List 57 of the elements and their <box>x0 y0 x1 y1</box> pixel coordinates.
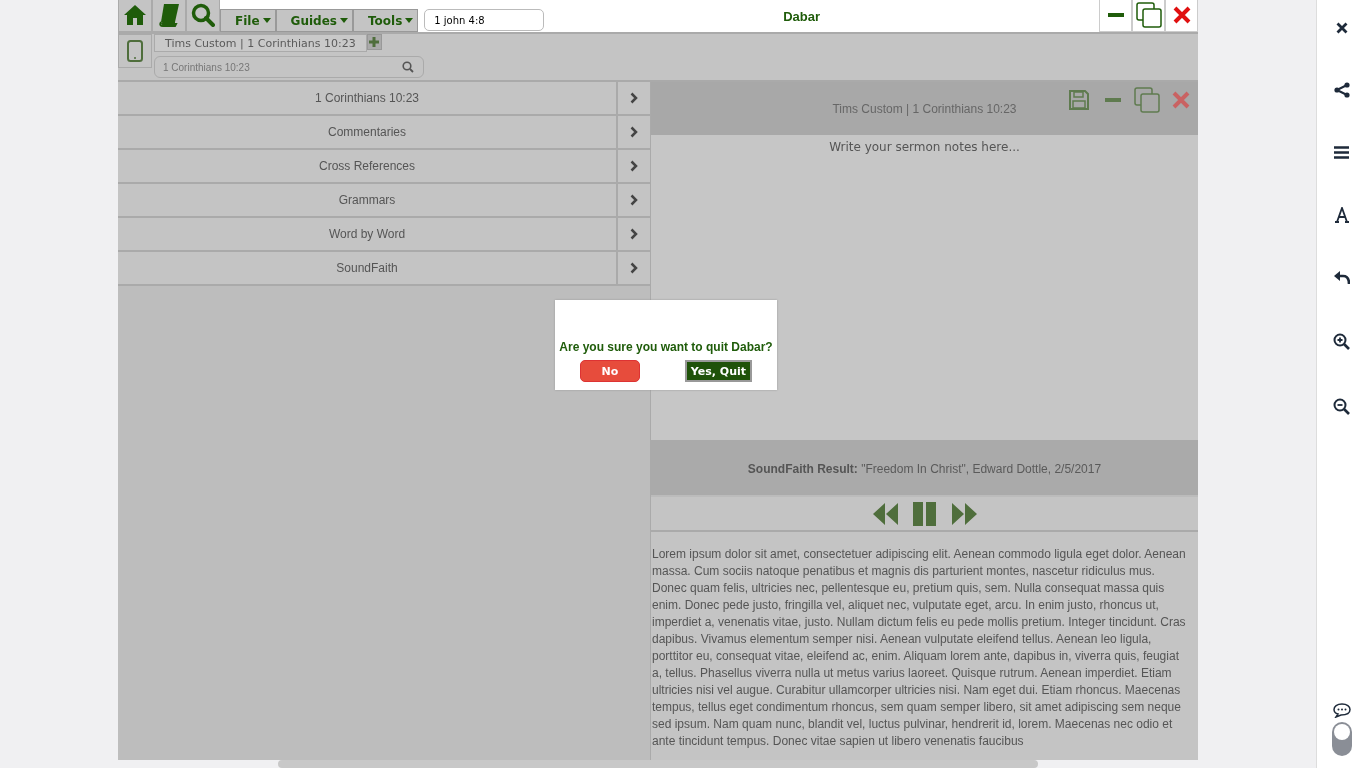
minimize-icon <box>1107 13 1124 17</box>
fast-forward-button[interactable] <box>950 502 977 525</box>
panel-title: Tims Custom | 1 Corinthians 10:23 <box>832 101 1017 116</box>
no-button[interactable]: No <box>580 360 640 382</box>
restore-button[interactable] <box>1132 0 1165 32</box>
close-icon <box>1172 91 1190 109</box>
chat-icon[interactable] <box>1332 703 1351 718</box>
tablet-button[interactable] <box>118 34 152 68</box>
library-button[interactable] <box>152 0 186 32</box>
restore-icon <box>1134 87 1160 113</box>
tablet-icon <box>127 40 143 62</box>
chevron-right-icon <box>630 160 638 172</box>
result-text: SoundFaith Result: "Freedom In Christ", Edward Dottle, 2/5/2017 <box>747 461 1102 476</box>
undo-icon[interactable] <box>1333 271 1350 285</box>
body-text: Lorem ipsum dolor sit amet, consectetuer adipiscing elit. Aenean commodo ligula eget dolor. Aenean massa. Cum sociis natoque penatibus et magnis dis parturient montes, nascetur ridiculus mus. Donec quam felis, ultricies nec, pellentesque eu, pretium quis, sem. Nulla consequat massa quis enim. Donec pede justo, fringilla vel, aliquet nec, vulputate eget, arcu. In enim justo, rhoncus ut, imperdiet a, venenatis vitae, justo. Nullam dictum felis eu pede mollis pretium. Integer tincidunt. Cras dapibus. Vivamus elementum semper nisi. Aenean vulputate eleifend tellus. Aenean leo ligula, porttitor eu, consequat vitae, eleifend ac, enim. Aliquam lorem ante, dapibus in, viverra quis, feugiat a, tellus. Phasellus viverra nulla ut metus varius laoreet. Quisque rutrum. Aenean imperdiet. Etiam ultricies nisi vel augue. Curabitur ullamcorper ultricies nisi. Nam eget dui. Etiam rhoncus. Maecenas tempus, tellus eget condimentum rhoncus, sem quam semper libero, sit amet adipiscing sem neque sed ipsum. Nam quam nunc, blandit vel, luctus pulvinar, hendrerit id, lorem. Maecenas nec odio et ante tincidunt tempus. Donec vitae sapien ut libero venenatis faucibus <box>651 546 1187 750</box>
tab[interactable]: Tims Custom | 1 Corinthians 10:23 <box>154 34 367 52</box>
caret-icon <box>339 18 348 23</box>
book-icon <box>158 3 180 27</box>
home-icon <box>123 4 147 26</box>
chevron-right-icon <box>630 262 638 274</box>
fast-forward-icon <box>950 502 977 525</box>
reference-field[interactable]: 1 john 4:8 <box>424 9 545 31</box>
chevron-right-icon <box>630 92 638 104</box>
rewind-button[interactable] <box>872 502 899 525</box>
menu-button[interactable]: File <box>220 9 276 32</box>
menu-button[interactable]: Tools <box>352 9 419 32</box>
minimize-button[interactable] <box>1099 0 1132 32</box>
zoom-out-icon[interactable] <box>1333 398 1350 415</box>
caret-icon <box>262 18 271 23</box>
chevron-right-icon <box>630 228 638 240</box>
pause-button[interactable] <box>912 501 937 526</box>
font-icon[interactable] <box>1333 207 1350 223</box>
search-icon <box>402 61 414 73</box>
window-title: Dabar <box>782 8 822 24</box>
share-icon[interactable] <box>1333 82 1350 98</box>
menu-button[interactable]: Guides <box>275 9 353 32</box>
save-icon <box>1069 90 1089 110</box>
pause-icon <box>912 501 937 526</box>
scrollbar-thumb[interactable] <box>278 760 1038 768</box>
quit-button[interactable]: Yes, Quit <box>684 360 752 382</box>
restore-icon <box>1135 2 1162 28</box>
toggle-switch[interactable] <box>1331 722 1352 756</box>
plus-icon <box>369 37 380 47</box>
chevron-right-icon <box>630 194 638 206</box>
rewind-icon <box>872 502 899 525</box>
zoom-in-icon[interactable] <box>1333 333 1350 350</box>
menu-icon[interactable] <box>1334 146 1349 159</box>
home-button[interactable] <box>118 0 152 32</box>
search-button[interactable] <box>186 0 220 32</box>
chevron-right-icon <box>630 126 638 138</box>
caret-icon <box>405 18 414 23</box>
close-button[interactable] <box>1165 0 1198 32</box>
close-icon[interactable] <box>1335 22 1348 34</box>
close-icon <box>1172 6 1191 24</box>
search-icon <box>191 3 215 27</box>
minimize-icon <box>1105 98 1121 102</box>
passage-search-field[interactable]: 1 Corinthians 10:23 <box>154 56 424 78</box>
